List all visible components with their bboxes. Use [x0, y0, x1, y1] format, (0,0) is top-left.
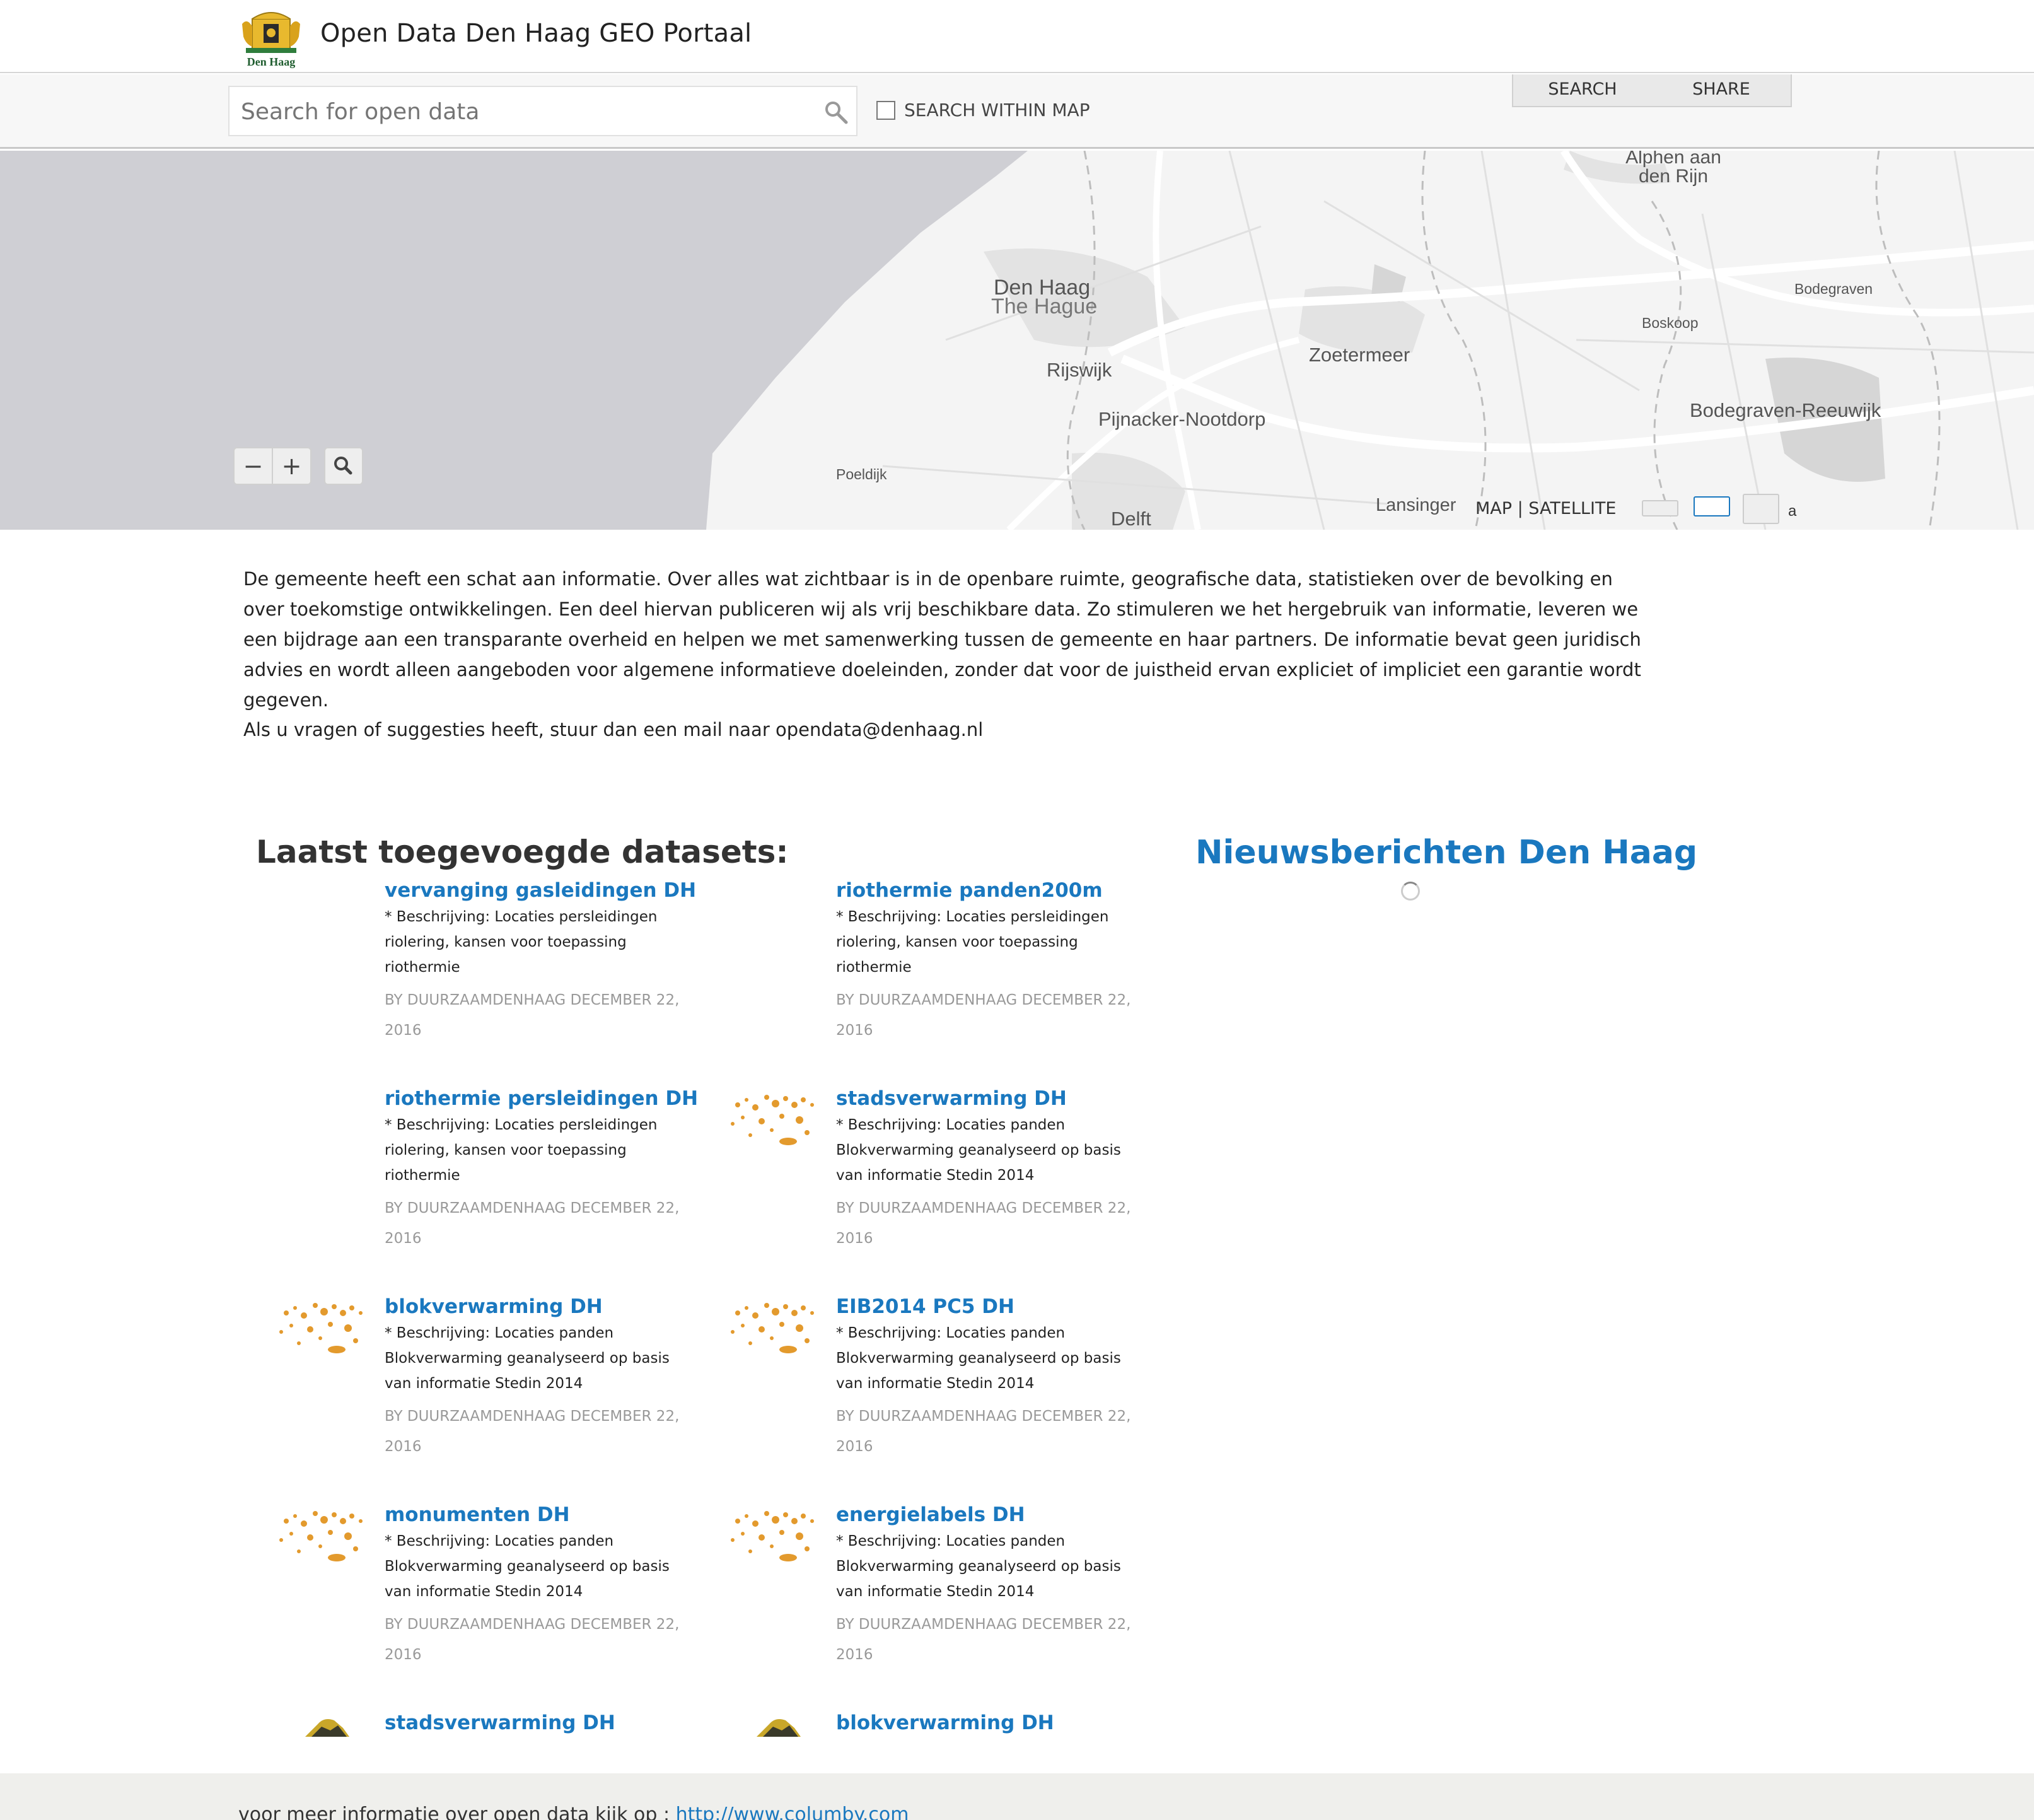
zoom-controls: − + — [233, 447, 311, 485]
search-within-map[interactable]: SEARCH WITHIN MAP — [876, 100, 1090, 120]
dataset-meta: BY DUURZAAMDENHAAG DECEMBER 22, 2016 — [385, 992, 680, 1039]
dataset-meta: BY DUURZAAMDENHAAG DECEMBER 22, 2016 — [836, 1200, 1131, 1247]
dataset-item: EIB2014 PC5 DH * Beschrijving: Locaties … — [731, 1294, 1151, 1462]
map-label-rijswijk: Rijswijk — [1047, 359, 1112, 381]
dataset-title-link[interactable]: monumenten DH — [385, 1502, 700, 1527]
dataset-title-link[interactable]: stadsverwarming DH — [836, 1086, 1151, 1111]
dataset-item: energielabels DH * Beschrijving: Locatie… — [731, 1502, 1151, 1670]
dataset-title-link[interactable]: riothermie panden200m — [836, 878, 1151, 903]
dataset-description: * Beschrijving: Locaties panden Blokverw… — [836, 1533, 1121, 1600]
dataset-thumbnail-icon[interactable] — [725, 1086, 820, 1155]
dataset-item: stadsverwarming DH — [305, 1710, 700, 1739]
svg-text:Den Haag: Den Haag — [247, 55, 296, 68]
dataset-description: * Beschrijving: Locaties panden Blokverw… — [836, 1325, 1121, 1392]
dataset-title-link[interactable]: EIB2014 PC5 DH — [836, 1294, 1151, 1319]
search-input[interactable] — [241, 96, 808, 127]
map-label-the-hague: The Hague — [991, 295, 1098, 318]
contact-text: Als u vragen of suggesties heeft, stuur … — [243, 719, 984, 740]
map-label-bodegraven: Bodegraven — [1794, 281, 1873, 297]
dataset-title-link[interactable]: stadsverwarming DH — [385, 1710, 700, 1735]
dataset-description: * Beschrijving: Locaties persleidingen r… — [385, 1117, 658, 1184]
basemap-option-dark[interactable] — [1743, 494, 1779, 524]
dataset-item: monumenten DH * Beschrijving: Locaties p… — [279, 1502, 700, 1670]
dataset-item: blokverwarming DH * Beschrijving: Locati… — [279, 1294, 700, 1462]
zoom-in-button[interactable]: + — [272, 448, 310, 484]
basemap-fragment-label: a — [1788, 503, 1797, 520]
dataset-title-link[interactable]: riothermie persleidingen DH — [385, 1086, 700, 1111]
footer-text: voor meer informatie over open data kijk… — [238, 1804, 909, 1820]
dataset-description: * Beschrijving: Locaties panden Blokverw… — [385, 1533, 670, 1600]
map-label-delft: Delft — [1111, 508, 1151, 530]
map-type-toggle[interactable]: MAP | SATELLITE — [1475, 499, 1616, 518]
dataset-description: * Beschrijving: Locaties panden Blokverw… — [836, 1117, 1121, 1184]
news-heading[interactable]: Nieuwsberichten Den Haag — [1195, 834, 1697, 872]
map-label-lansinger: Lansinger — [1376, 495, 1456, 515]
dataset-description: * Beschrijving: Locaties persleidingen r… — [836, 909, 1109, 976]
basemap-option-light[interactable] — [1642, 500, 1678, 516]
dataset-item: vervanging gasleidingen DH * Beschrijvin… — [385, 878, 700, 1046]
site-title[interactable]: Open Data Den Haag GEO Portaal — [320, 19, 752, 48]
map-label-zoetermeer: Zoetermeer — [1309, 344, 1410, 366]
magnifier-icon — [334, 457, 352, 475]
dataset-thumbnail-icon[interactable] — [274, 1502, 368, 1572]
map-view[interactable]: Alphen aan den Rijn Den Haag The Hague B… — [0, 151, 2034, 530]
dataset-thumbnail-icon[interactable] — [725, 1294, 820, 1363]
loading-spinner-icon — [1401, 882, 1420, 901]
dataset-thumbnail-icon[interactable] — [725, 1502, 820, 1572]
dataset-title-link[interactable]: blokverwarming DH — [836, 1710, 1151, 1735]
footer-label: voor meer informatie over open data kijk… — [238, 1804, 670, 1820]
dataset-item: stadsverwarming DH * Beschrijving: Locat… — [731, 1086, 1151, 1254]
search-within-map-checkbox[interactable] — [876, 100, 895, 120]
tab-share[interactable]: SHARE — [1652, 74, 1791, 106]
dataset-title-link[interactable]: vervanging gasleidingen DH — [385, 878, 700, 903]
dataset-description: * Beschrijving: Locaties persleidingen r… — [385, 909, 658, 976]
panel-tabs: SEARCH SHARE — [1512, 74, 1792, 107]
dataset-meta: BY DUURZAAMDENHAAG DECEMBER 22, 2016 — [385, 1408, 680, 1455]
search-within-map-label: SEARCH WITHIN MAP — [904, 100, 1090, 120]
dataset-thumbnail-icon[interactable] — [274, 1712, 368, 1737]
dataset-item: blokverwarming DH — [757, 1710, 1151, 1739]
dataset-meta: BY DUURZAAMDENHAAG DECEMBER 22, 2016 — [385, 1616, 680, 1663]
map-label-alphen: Alphen aan den Rijn — [1625, 151, 1721, 187]
zoom-out-button[interactable]: − — [235, 448, 272, 484]
map-label-poeldijk: Poeldijk — [836, 466, 887, 482]
dataset-meta: BY DUURZAAMDENHAAG DECEMBER 22, 2016 — [836, 1408, 1131, 1455]
dataset-title-link[interactable]: blokverwarming DH — [385, 1294, 700, 1319]
dataset-item: riothermie persleidingen DH * Beschrijvi… — [385, 1086, 700, 1254]
map-label-pijnacker: Pijnacker-Nootdorp — [1098, 408, 1266, 430]
map-search-button[interactable] — [324, 447, 363, 485]
dataset-meta: BY DUURZAAMDENHAAG DECEMBER 22, 2016 — [836, 992, 1131, 1039]
den-haag-logo[interactable]: Den Haag — [238, 5, 304, 68]
dataset-description: * Beschrijving: Locaties panden Blokverw… — [385, 1325, 670, 1392]
dataset-thumbnail-icon[interactable] — [274, 1294, 368, 1363]
basemap-option-selected[interactable] — [1694, 496, 1730, 516]
intro-text: De gemeente heeft een schat aan informat… — [243, 568, 1641, 711]
footer-link[interactable]: http://www.columby.com — [676, 1804, 909, 1820]
search-bar: SEARCH WITHIN MAP SEARCH SHARE — [0, 74, 2034, 149]
map-label-boskoop: Boskoop — [1642, 315, 1699, 331]
dataset-thumbnail-icon[interactable] — [725, 1712, 820, 1737]
dataset-title-link[interactable]: energielabels DH — [836, 1502, 1151, 1527]
site-footer: voor meer informatie over open data kijk… — [0, 1773, 2034, 1820]
search-box — [228, 86, 857, 136]
dataset-meta: BY DUURZAAMDENHAAG DECEMBER 22, 2016 — [836, 1616, 1131, 1663]
dataset-item: riothermie panden200m * Beschrijving: Lo… — [836, 878, 1151, 1046]
search-icon[interactable] — [823, 100, 849, 125]
tab-search[interactable]: SEARCH — [1513, 74, 1652, 106]
map-label-bodegraven-reeuwijk: Bodegraven-Reeuwijk — [1690, 399, 1881, 421]
site-header: Den Haag Open Data Den Haag GEO Portaal — [0, 0, 2034, 73]
datasets-heading: Laatst toegevoegde datasets: — [256, 834, 789, 870]
dataset-meta: BY DUURZAAMDENHAAG DECEMBER 22, 2016 — [385, 1200, 680, 1247]
